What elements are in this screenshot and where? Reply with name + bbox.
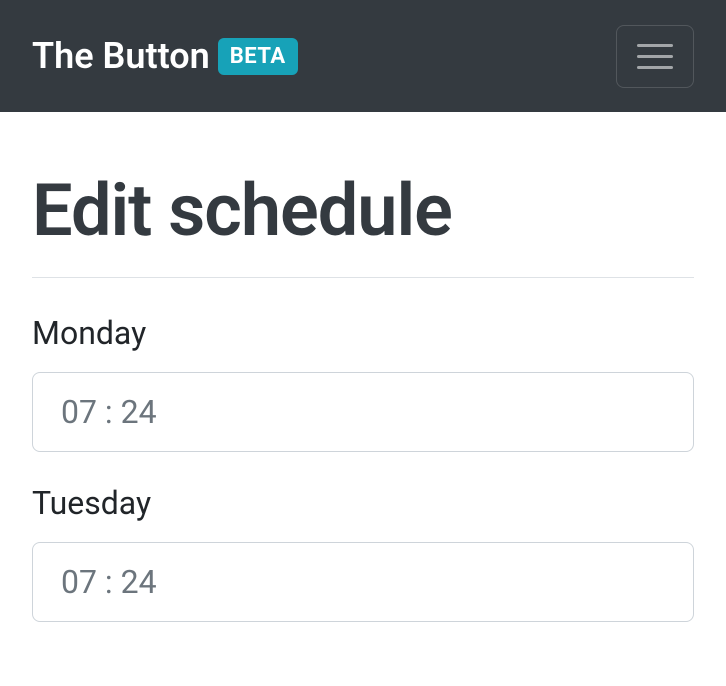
beta-badge: BETA (218, 38, 298, 75)
hamburger-icon (637, 44, 673, 47)
time-input-monday[interactable] (32, 372, 694, 452)
divider (32, 277, 694, 278)
day-label-monday: Monday (32, 314, 694, 352)
day-label-tuesday: Tuesday (32, 484, 694, 522)
day-group-monday: Monday (32, 314, 694, 452)
content: Edit schedule Monday Tuesday (0, 112, 726, 686)
hamburger-icon (637, 66, 673, 69)
hamburger-icon (637, 55, 673, 58)
day-group-tuesday: Tuesday (32, 484, 694, 622)
time-input-tuesday[interactable] (32, 542, 694, 622)
brand[interactable]: The Button BETA (32, 35, 298, 77)
page-title: Edit schedule (32, 168, 694, 253)
navbar: The Button BETA (0, 0, 726, 112)
hamburger-menu-button[interactable] (616, 25, 694, 88)
brand-text: The Button (32, 35, 210, 77)
